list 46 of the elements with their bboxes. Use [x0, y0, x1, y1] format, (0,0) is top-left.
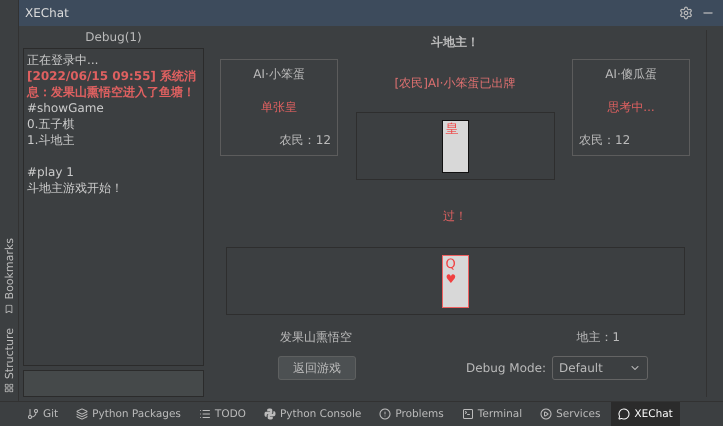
debug-mode-select[interactable]: Default [552, 356, 648, 380]
player-name: 发果山熏悟空 [280, 329, 352, 346]
layers-icon [76, 408, 88, 420]
tool-tab[interactable]: Git [20, 402, 66, 426]
player-name: AI·小笨蛋 [253, 66, 305, 83]
alert-icon [379, 408, 392, 420]
player-status: 思考中... [607, 99, 655, 116]
play-icon [540, 408, 552, 420]
game-message: [农民]AI·小笨蛋已出牌 [394, 75, 516, 92]
player-count: 农民：12 [579, 132, 630, 149]
back-button[interactable]: 返回游戏 [278, 356, 356, 380]
debug-title: Debug(1) [84, 30, 143, 44]
log-line: [2022/06/15 09:55] 系统消息：发果山熏悟空进入了鱼塘！ [27, 68, 198, 100]
tool-tab[interactable]: Problems [372, 402, 451, 426]
tool-tab[interactable]: Services [533, 402, 608, 426]
playing-card: 皇 [442, 120, 468, 172]
bookmark-icon[interactable] [4, 304, 14, 314]
log-line: 正在登录中... [27, 52, 100, 68]
log-line: #showGame [27, 100, 105, 116]
player-count: 地主：1 [576, 329, 620, 346]
chat-icon [618, 408, 630, 420]
player-name: AI·傻瓜蛋 [605, 66, 657, 83]
playing-card: Q ♥ [442, 254, 468, 308]
tool-tab[interactable]: TODO [192, 402, 253, 426]
game-title: 斗地主！ [431, 34, 479, 51]
python-icon [264, 408, 276, 420]
branch-icon [27, 408, 39, 420]
settings-icon[interactable] [679, 6, 693, 20]
log-line: 斗地主游戏开始！ [27, 180, 124, 196]
log-line: #play 1 [27, 164, 75, 180]
window-title: XEChat [25, 6, 70, 20]
log-line: 1.斗地主 [27, 132, 76, 148]
tool-tab[interactable]: XEChat [611, 402, 680, 426]
player-count: 农民：12 [280, 132, 331, 149]
tool-tab[interactable]: Python Console [256, 402, 368, 426]
input-field[interactable] [23, 370, 204, 397]
side-tool-tab[interactable]: Structure [2, 328, 16, 379]
tool-tab[interactable]: Python Packages [69, 402, 188, 426]
grid-icon[interactable] [4, 383, 14, 393]
debug-mode-label: Debug Mode: [466, 361, 546, 375]
log-line: 0.五子棋 [27, 116, 76, 132]
side-tool-tab[interactable]: Bookmarks [2, 238, 16, 300]
tool-tab[interactable]: Terminal [454, 402, 530, 426]
pass-text: 过！ [443, 208, 467, 225]
player-status: 单张皇 [261, 99, 297, 116]
terminal-icon [462, 408, 474, 420]
